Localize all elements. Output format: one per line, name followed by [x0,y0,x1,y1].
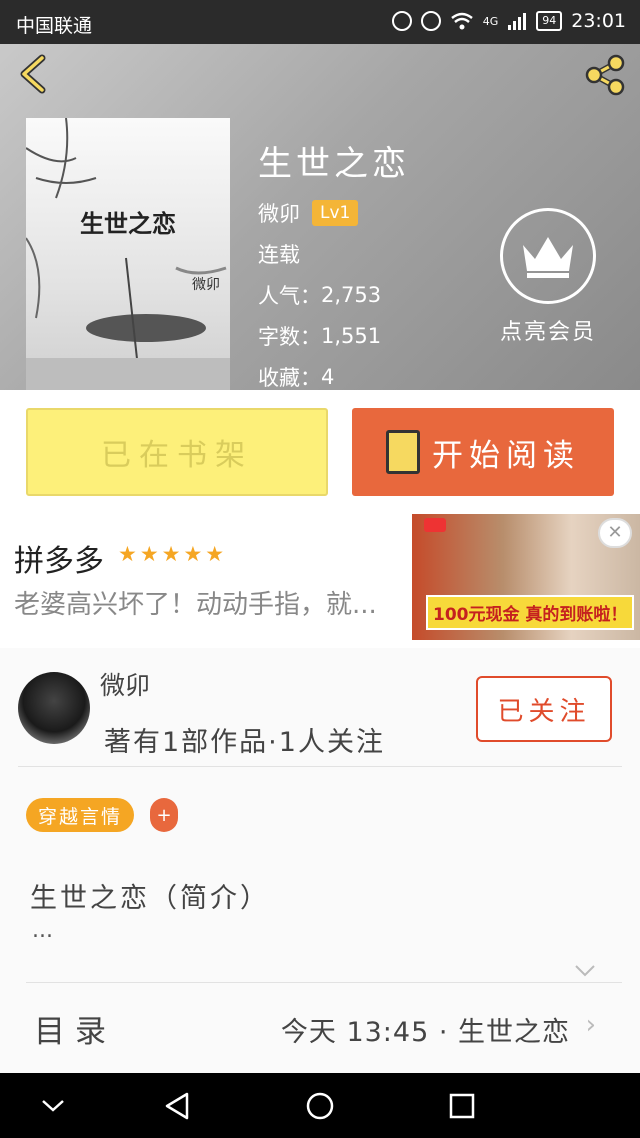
favorites-row: 收藏： 4 [258,356,410,390]
nav-recents-icon[interactable] [445,1089,479,1123]
popularity-label: 人气： [258,283,321,308]
nav-hide-icon[interactable] [36,1089,70,1123]
chevron-right-icon[interactable]: › [586,1010,596,1040]
ad-close-icon[interactable]: ✕ [598,518,632,548]
signal-icon [508,13,527,30]
divider [18,766,622,767]
favorites-value: 4 [321,364,335,389]
author-panel: 微卯 著有1部作品·1人关注 已关注 穿越言情 + 生世之恋（简介） ... 目… [0,648,640,1073]
latest-chapter[interactable]: 今天 13:45 · 生世之恋 [281,1010,570,1049]
author-name[interactable]: 微卯 [100,666,150,702]
words-row: 字数： 1,551 [258,315,410,356]
start-reading-button[interactable]: 开始阅读 [352,408,614,496]
status-bar: 中国联通 4G 94 23:01 [0,0,640,44]
genre-tag[interactable]: 穿越言情 [26,798,135,832]
synopsis-more: ... [32,918,53,943]
hd-call-icon [391,11,412,31]
wifi-icon [450,12,473,30]
book-info: 生世之恋 微卯 Lv1 连载 人气： 2,753 字数： 1,551 收藏： 4 [258,136,410,390]
chevron-down-icon[interactable] [574,964,596,978]
ad-title: 拼多多 [14,544,104,579]
ad-image[interactable]: 100元现金 真的到账啦！ ✕ [412,514,640,640]
author-stats: 著有1部作品·1人关注 [104,727,385,758]
ad-rating-stars: ★★★★★ [118,542,228,566]
status-icons: 4G 94 23:01 [391,10,626,32]
book-icon [386,430,420,474]
start-reading-label: 开始阅读 [432,437,580,474]
book-author[interactable]: 微卯 [258,198,300,228]
book-status: 连载 [258,242,300,267]
ad-banner[interactable]: 拼多多 ★★★★★ 老婆高兴坏了！动动手指，就... 100元现金 真的到账啦！… [0,514,640,648]
popularity-value: 2,753 [321,282,382,307]
nav-home-icon[interactable] [303,1089,337,1123]
author-row: 微卯 Lv1 [258,192,410,233]
back-icon[interactable] [14,54,54,94]
ad-text: 老婆高兴坏了！动动手指，就... [14,590,377,620]
crown-icon [523,237,573,278]
cover-illustration [26,118,230,390]
alarm-icon [420,11,441,31]
system-nav-bar [0,1073,640,1138]
divider [26,982,622,983]
book-header: 生世之恋 微卯 生世之恋 微卯 Lv1 连载 人气： 2,753 字数： 1,551… [0,44,640,390]
words-value: 1,551 [321,323,382,348]
add-tag-button[interactable]: + [150,798,178,832]
synopsis-text: 生世之恋（简介） [30,883,270,914]
vip-label: 点亮会员 [499,320,596,345]
clock: 23:01 [571,10,626,32]
level-badge: Lv1 [312,199,359,226]
favorites-label: 收藏： [258,365,321,390]
book-cover[interactable]: 生世之恋 微卯 [26,118,230,390]
nav-back-icon[interactable] [160,1089,194,1123]
action-bar: 已在书架 开始阅读 [0,390,640,514]
words-label: 字数： [258,324,321,349]
battery-icon: 94 [536,11,563,31]
in-shelf-button[interactable]: 已在书架 [26,408,328,496]
followed-button[interactable]: 已关注 [476,676,612,742]
vip-button[interactable]: 点亮会员 [498,208,598,346]
avatar[interactable] [18,672,90,744]
cover-author: 微卯 [192,277,220,293]
book-title: 生世之恋 [258,144,410,184]
vip-circle [500,208,596,304]
ad-image-caption: 100元现金 真的到账啦！ [426,595,635,630]
carrier-label: 中国联通 [16,15,93,37]
share-icon[interactable] [582,52,628,98]
popularity-row: 人气： 2,753 [258,274,410,315]
toc-label[interactable]: 目录 [34,1006,116,1051]
network-type: 4G [482,14,499,28]
status-row: 连载 [258,233,410,274]
ad-logo-icon [424,518,446,532]
cover-title: 生世之恋 [80,210,176,238]
